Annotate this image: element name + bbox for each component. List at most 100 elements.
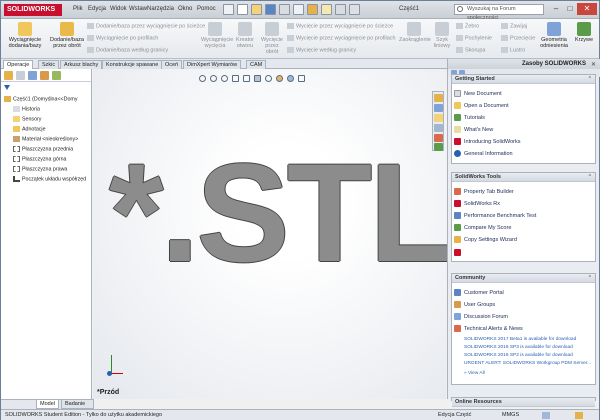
discussion-forum-link[interactable]: Discussion Forum: [454, 313, 508, 320]
tab-sketch[interactable]: Szkic: [38, 60, 60, 69]
minimize-button[interactable]: –: [549, 3, 563, 15]
feature-tree-icon[interactable]: [4, 71, 13, 80]
design-library-tab-icon[interactable]: [434, 104, 443, 112]
tree-item-top-plane[interactable]: Płaszczyzna górna: [13, 156, 66, 162]
user-groups-link[interactable]: User Groups: [454, 301, 495, 308]
open-folder-icon[interactable]: [251, 4, 262, 15]
fillet-button[interactable]: Zaokrąglenie: [399, 22, 431, 43]
open-document-link[interactable]: Open a Document: [454, 102, 509, 109]
shell-button[interactable]: Skorupa: [456, 47, 486, 53]
new-document-link[interactable]: New Document: [454, 90, 502, 97]
tree-item-annotations[interactable]: Adnotacje: [13, 126, 46, 132]
configuration-manager-icon[interactable]: [28, 71, 37, 80]
tab-evaluate[interactable]: Oceń: [161, 60, 183, 69]
new-document-icon[interactable]: [237, 4, 248, 15]
resources-tab-icon[interactable]: [434, 94, 443, 102]
tree-item-material[interactable]: Materiał <nieokreślony>: [13, 136, 78, 142]
compare-my-score-link[interactable]: Compare My Score: [454, 224, 511, 231]
display-manager-icon[interactable]: [52, 71, 61, 80]
display-style-icon[interactable]: [254, 75, 261, 82]
boundary-boss-button[interactable]: Dodanie/baza według granicy: [87, 47, 168, 53]
tree-item-right-plane[interactable]: Płaszczyzna prawa: [13, 166, 67, 172]
revolved-cut-button[interactable]: Wycięcie przez obrót: [259, 22, 285, 55]
swept-cut-button[interactable]: Wycięcie przez wyciągnięcie po ścieżce: [287, 23, 393, 29]
customer-portal-link[interactable]: Customer Portal: [454, 289, 504, 296]
zoom-area-icon[interactable]: [210, 75, 217, 82]
draft-button[interactable]: Pochylenie: [456, 35, 492, 41]
introducing-solidworks-link[interactable]: Introducing SolidWorks: [454, 138, 520, 145]
home-icon[interactable]: [223, 4, 234, 15]
print-icon[interactable]: [279, 4, 290, 15]
status-units[interactable]: MMGS: [502, 412, 519, 418]
wrap-button[interactable]: Zawijaj: [501, 23, 527, 29]
curves-button[interactable]: Krzywe: [571, 22, 597, 43]
custom-properties-tab-icon[interactable]: [434, 143, 443, 151]
tab-cam[interactable]: CAM: [246, 60, 267, 69]
task-pane-close-icon[interactable]: ✕: [591, 61, 596, 68]
swept-boss-button[interactable]: Dodanie/baza przez wyciągnięcie po ścież…: [87, 23, 205, 29]
news-item[interactable]: SOLIDWORKS 2017 Beta1 is available for d…: [464, 337, 576, 342]
search-input[interactable]: Wyszukaj na Forum społeczności: [454, 4, 544, 21]
view-palette-tab-icon[interactable]: [434, 124, 443, 132]
extruded-boss-button[interactable]: Wyciągnięcie dodania/bazy: [5, 22, 45, 49]
menu-tools[interactable]: Narzędzia: [147, 6, 174, 12]
tab-model[interactable]: Model: [36, 400, 59, 409]
tree-item-origin[interactable]: Początek układu współrzęd: [13, 176, 86, 182]
tutorials-link[interactable]: Tutorials: [454, 114, 485, 121]
tree-item-part[interactable]: Część1 (Domyślna<<Domy: [4, 96, 77, 102]
extruded-cut-button[interactable]: Wyciągnięcie wycięcia: [201, 22, 233, 49]
menu-file[interactable]: Plik: [73, 6, 83, 12]
filter-icon[interactable]: [4, 85, 10, 91]
menu-window[interactable]: Okno: [178, 6, 192, 12]
appearance-icon[interactable]: [276, 75, 283, 82]
tree-item-sensors[interactable]: Sensory: [13, 116, 41, 122]
more-tools-link[interactable]: [454, 249, 464, 256]
tab-features[interactable]: Operacje: [3, 60, 34, 69]
select-icon[interactable]: [321, 4, 332, 15]
view-settings-icon[interactable]: [298, 75, 305, 82]
news-item[interactable]: URGENT ALERT: SOLIDWORKS Workgroup PDM S…: [464, 361, 591, 366]
tree-item-front-plane[interactable]: Płaszczyzna przednia: [13, 146, 73, 152]
menu-help[interactable]: Pomoc: [197, 6, 216, 12]
lofted-cut-button[interactable]: Wycięcie przez wyciągnięcie po profilach: [287, 35, 396, 41]
maximize-button[interactable]: □: [563, 3, 577, 15]
rebuild-icon[interactable]: [307, 4, 318, 15]
hole-wizard-button[interactable]: Kreator otworu: [233, 22, 257, 49]
collapse-icon[interactable]: ⌃: [588, 173, 592, 182]
tab-dimxpert[interactable]: DimXpert Wymiarów: [183, 60, 242, 69]
news-item[interactable]: SOLIDWORKS 2016 SP2 is available for dow…: [464, 353, 573, 358]
save-icon[interactable]: [265, 4, 276, 15]
revolved-boss-button[interactable]: Dodanie/baza przez obrót: [47, 22, 87, 49]
solidworks-rx-link[interactable]: SolidWorks Rx: [454, 200, 500, 207]
section-title[interactable]: Online Resources: [452, 398, 595, 407]
undo-icon[interactable]: [293, 4, 304, 15]
hide-show-icon[interactable]: [265, 75, 272, 82]
options-gear-icon[interactable]: [349, 4, 360, 15]
zoom-to-fit-icon[interactable]: [199, 75, 206, 82]
view-orientation-icon[interactable]: [243, 75, 250, 82]
performance-benchmark-link[interactable]: Performance Benchmark Test: [454, 212, 536, 219]
scene-icon[interactable]: [287, 75, 294, 82]
close-button[interactable]: ✕: [577, 3, 597, 15]
previous-view-icon[interactable]: [221, 75, 228, 82]
menu-view[interactable]: Widok: [110, 6, 127, 12]
lofted-boss-button[interactable]: Wyciągnięcie po profilach: [87, 35, 158, 41]
graphics-area[interactable]: *.STL: [93, 69, 455, 399]
collapse-icon[interactable]: ⌃: [588, 75, 592, 84]
menu-insert[interactable]: Wstaw: [129, 6, 147, 12]
property-tab-builder-link[interactable]: Property Tab Builder: [454, 188, 514, 195]
copy-settings-wizard-link[interactable]: Copy Settings Wizard: [454, 236, 517, 243]
file-explorer-tab-icon[interactable]: [434, 114, 443, 122]
collapse-icon[interactable]: ⌃: [588, 274, 592, 283]
general-information-link[interactable]: General Information: [454, 150, 513, 157]
linear-pattern-button[interactable]: Szyk liniowy: [431, 22, 453, 49]
rib-button[interactable]: Żebro: [456, 23, 479, 29]
tab-sheet-metal[interactable]: Arkusz blachy: [60, 60, 103, 69]
property-manager-icon[interactable]: [16, 71, 25, 80]
rebuild-status-icon[interactable]: [542, 412, 550, 419]
dimxpert-manager-icon[interactable]: [40, 71, 49, 80]
technical-alerts-link[interactable]: Technical Alerts & News: [454, 325, 523, 332]
intersect-button[interactable]: Przecięcie: [501, 35, 535, 41]
section-view-icon[interactable]: [232, 75, 239, 82]
menu-edit[interactable]: Edycja: [88, 6, 106, 12]
